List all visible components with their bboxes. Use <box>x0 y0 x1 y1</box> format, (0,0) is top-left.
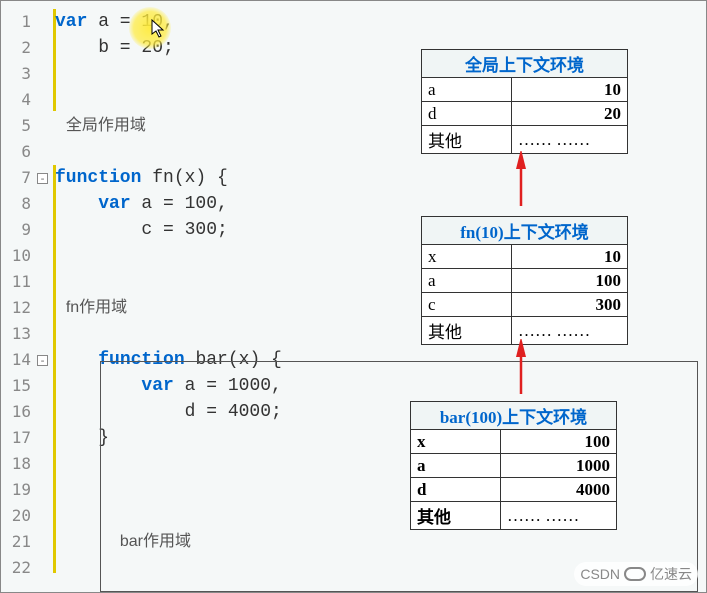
line-number: 2 <box>1 35 31 61</box>
line-number: 3 <box>1 61 31 87</box>
context-table-title: fn(10)上下文环境 <box>422 217 628 245</box>
watermark-brand-label: 亿速云 <box>650 564 692 584</box>
context-value: 300 <box>512 293 628 317</box>
fold-gutter: -- <box>37 1 55 592</box>
watermark: CSDN 亿速云 <box>574 562 698 586</box>
context-value: …… …… <box>512 126 628 154</box>
cloud-icon <box>624 567 646 581</box>
line-number: 21 <box>1 529 31 555</box>
context-key: 其他 <box>422 317 512 345</box>
line-number: 13 <box>1 321 31 347</box>
line-number: 1 <box>1 9 31 35</box>
context-key: a <box>422 269 512 293</box>
context-key: x <box>411 430 501 454</box>
context-key: 其他 <box>422 126 512 154</box>
context-value: 100 <box>501 430 617 454</box>
global-context-table: 全局上下文环境a10d20其他…… …… <box>421 49 628 154</box>
line-number: 10 <box>1 243 31 269</box>
line-number: 7 <box>1 165 31 191</box>
context-value: 10 <box>512 78 628 102</box>
context-key: x <box>422 245 512 269</box>
context-value: 4000 <box>501 478 617 502</box>
bar-context-table: bar(100)上下文环境x100a1000d4000其他…… …… <box>410 401 617 530</box>
fn-context-table: fn(10)上下文环境x10a100c300其他…… …… <box>421 216 628 345</box>
context-key: c <box>422 293 512 317</box>
line-number: 5 <box>1 113 31 139</box>
context-key: 其他 <box>411 502 501 530</box>
line-number: 17 <box>1 425 31 451</box>
code-line: var a = 100, <box>55 191 706 217</box>
context-value: …… …… <box>501 502 617 530</box>
line-number: 12 <box>1 295 31 321</box>
fold-toggle[interactable]: - <box>37 355 48 366</box>
mouse-cursor-icon <box>151 19 167 44</box>
fold-toggle[interactable]: - <box>37 173 48 184</box>
watermark-csdn-label: CSDN <box>580 566 620 582</box>
line-number-gutter: 12345678910111213141516171819202122 <box>1 1 37 592</box>
line-number: 18 <box>1 451 31 477</box>
context-table-title: bar(100)上下文环境 <box>411 402 617 430</box>
context-key: d <box>411 478 501 502</box>
line-number: 11 <box>1 269 31 295</box>
context-table-title: 全局上下文环境 <box>422 50 628 78</box>
line-number: 22 <box>1 555 31 581</box>
line-number: 4 <box>1 87 31 113</box>
line-number: 15 <box>1 373 31 399</box>
line-number: 9 <box>1 217 31 243</box>
line-number: 8 <box>1 191 31 217</box>
context-value: 10 <box>512 245 628 269</box>
line-number: 16 <box>1 399 31 425</box>
context-value: 20 <box>512 102 628 126</box>
context-key: d <box>422 102 512 126</box>
context-value: …… …… <box>512 317 628 345</box>
context-value: 1000 <box>501 454 617 478</box>
code-line: function fn(x) { <box>55 165 706 191</box>
line-number: 6 <box>1 139 31 165</box>
line-number: 19 <box>1 477 31 503</box>
line-number: 14 <box>1 347 31 373</box>
context-value: 100 <box>512 269 628 293</box>
line-number: 20 <box>1 503 31 529</box>
context-key: a <box>411 454 501 478</box>
context-key: a <box>422 78 512 102</box>
